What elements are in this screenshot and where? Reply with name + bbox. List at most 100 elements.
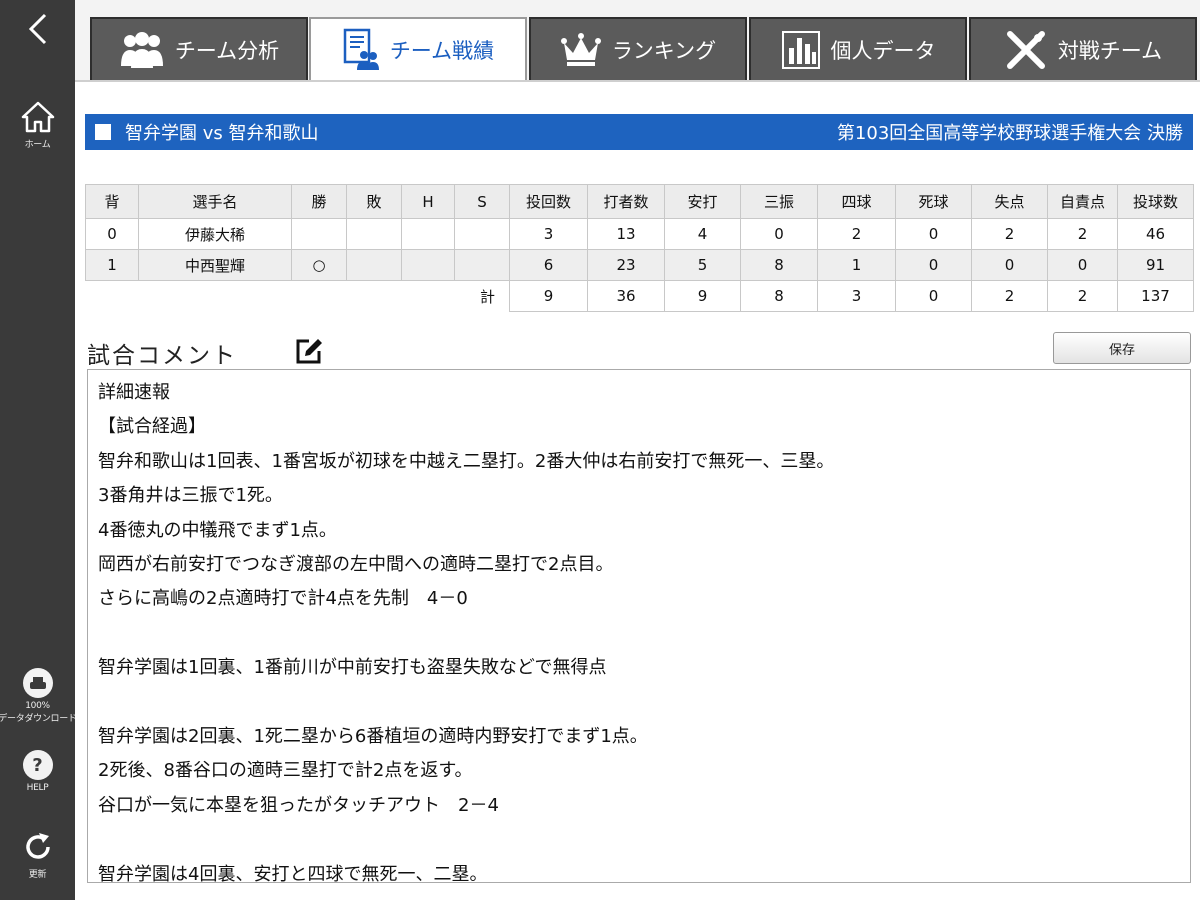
header-cell: 背 (85, 184, 139, 219)
header-cell: 自責点 (1047, 184, 1118, 219)
table-cell: 8 (740, 249, 818, 281)
tab-bar: チーム分析 チーム戦績 ランキング 個人データ 対戦チーム (75, 0, 1200, 82)
tab-label: チーム戦績 (389, 38, 495, 63)
table-cell: 91 (1117, 249, 1194, 281)
tab-team-record[interactable]: チーム戦績 (309, 17, 527, 80)
match-banner: 智弁学園 vs 智弁和歌山 第103回全国高等学校野球選手権大会 決勝 (85, 114, 1193, 150)
header-cell: 投回数 (509, 184, 588, 219)
tab-label: 対戦チーム (1057, 38, 1163, 63)
total-cell: 2 (971, 280, 1048, 312)
table-cell: 0 (740, 218, 818, 250)
header-cell: S (454, 184, 510, 219)
bar-chart-icon (781, 30, 820, 69)
tab-label: 個人データ (830, 38, 936, 63)
comment-textarea[interactable]: 詳細速報 【試合経過】 智弁和歌山は1回表、1番宮坂が初球を中越え二塁打。2番大… (87, 369, 1191, 883)
home-button[interactable]: ホーム (0, 100, 75, 150)
home-icon (21, 101, 54, 133)
table-cell: 13 (587, 218, 665, 250)
table-cell: 46 (1117, 218, 1194, 250)
chevron-left-icon (28, 13, 46, 45)
total-cell: 8 (740, 280, 818, 312)
total-cell: 137 (1117, 280, 1194, 312)
header-cell: 投球数 (1117, 184, 1194, 219)
refresh-label: 更新 (28, 870, 47, 880)
header-cell: 敗 (346, 184, 402, 219)
table-cell: 6 (509, 249, 588, 281)
table-cell: 0 (1047, 249, 1118, 281)
download-label: データダウンロード (0, 714, 77, 724)
scoresheet-icon (343, 28, 379, 70)
sidebar: ホーム 100% データダウンロード ? HELP 更新 (0, 0, 77, 900)
tab-individual-data[interactable]: 個人データ (749, 17, 967, 80)
comment-title: 試合コメント (87, 343, 237, 369)
table-cell: 2 (1047, 218, 1118, 250)
save-button[interactable]: 保存 (1053, 332, 1191, 364)
table-cell: 0 (895, 218, 972, 250)
table-cell: 1 (85, 249, 139, 281)
table-cell: 0 (971, 249, 1048, 281)
table-cell: 1 (817, 249, 896, 281)
header-cell: 選手名 (138, 184, 292, 219)
tab-label: チーム分析 (174, 38, 280, 63)
refresh-button[interactable]: 更新 (0, 830, 75, 880)
download-percent: 100% (25, 701, 50, 711)
crown-icon (560, 32, 601, 66)
team-people-icon (120, 31, 163, 68)
table-cell (401, 249, 455, 281)
tab-team-analysis[interactable]: チーム分析 (90, 17, 308, 80)
tab-label: ランキング (611, 38, 717, 63)
help-icon: ? (22, 750, 53, 780)
player-name: 伊藤大稀 (138, 218, 292, 250)
pitching-stats-table: 背 選手名 勝 敗 H S 投回数 打者数 安打 三振 四球 死球 失点 自責点… (85, 184, 1194, 312)
table-row: 1 中西聖輝 ○ 6 23 5 8 1 0 0 0 91 (85, 249, 1194, 281)
player-name: 中西聖輝 (138, 249, 292, 281)
header-cell: 打者数 (587, 184, 665, 219)
header-cell: 失点 (971, 184, 1048, 219)
table-header-row: 背 選手名 勝 敗 H S 投回数 打者数 安打 三振 四球 死球 失点 自責点… (85, 184, 1194, 219)
total-cell: 0 (895, 280, 972, 312)
table-cell: 0 (895, 249, 972, 281)
blank-cell (85, 280, 455, 312)
help-label: HELP (26, 783, 49, 793)
totals-row: 計 9 36 9 8 3 0 2 2 137 (85, 280, 1194, 312)
table-cell: 0 (85, 218, 139, 250)
square-icon (95, 124, 111, 140)
header-cell: 勝 (291, 184, 347, 219)
crossed-bats-icon (1006, 30, 1045, 69)
table-cell (346, 218, 402, 250)
table-cell: 3 (509, 218, 588, 250)
help-button[interactable]: ? HELP (0, 750, 75, 793)
tournament-name: 第103回全国高等学校野球選手権大会 決勝 (836, 123, 1183, 144)
table-cell: 4 (664, 218, 741, 250)
header-cell: 死球 (895, 184, 972, 219)
table-cell: 23 (587, 249, 665, 281)
table-cell: 2 (971, 218, 1048, 250)
total-cell: 9 (664, 280, 741, 312)
matchup-title: 智弁学園 vs 智弁和歌山 (125, 123, 319, 144)
header-cell: 安打 (664, 184, 741, 219)
table-cell (291, 218, 347, 250)
download-icon (22, 668, 53, 698)
table-row: 0 伊藤大稀 3 13 4 0 2 0 2 2 46 (85, 218, 1194, 250)
total-cell: 36 (587, 280, 665, 312)
header-cell: H (401, 184, 455, 219)
edit-icon[interactable] (293, 336, 325, 366)
table-cell (401, 218, 455, 250)
table-cell: 5 (664, 249, 741, 281)
main-area: チーム分析 チーム戦績 ランキング 個人データ 対戦チーム 智弁学園 vs 智弁… (75, 0, 1200, 900)
table-cell (346, 249, 402, 281)
table-cell: 2 (817, 218, 896, 250)
table-cell (454, 249, 510, 281)
table-cell (454, 218, 510, 250)
home-label: ホーム (24, 140, 51, 150)
table-cell: ○ (291, 249, 347, 281)
tab-opponent-team[interactable]: 対戦チーム (969, 17, 1197, 80)
header-cell: 三振 (740, 184, 818, 219)
data-download-button[interactable]: 100% データダウンロード (0, 668, 77, 724)
back-button[interactable] (0, 12, 75, 46)
total-label: 計 (454, 280, 510, 312)
total-cell: 2 (1047, 280, 1118, 312)
tab-ranking[interactable]: ランキング (529, 17, 747, 80)
total-cell: 3 (817, 280, 896, 312)
total-cell: 9 (509, 280, 588, 312)
